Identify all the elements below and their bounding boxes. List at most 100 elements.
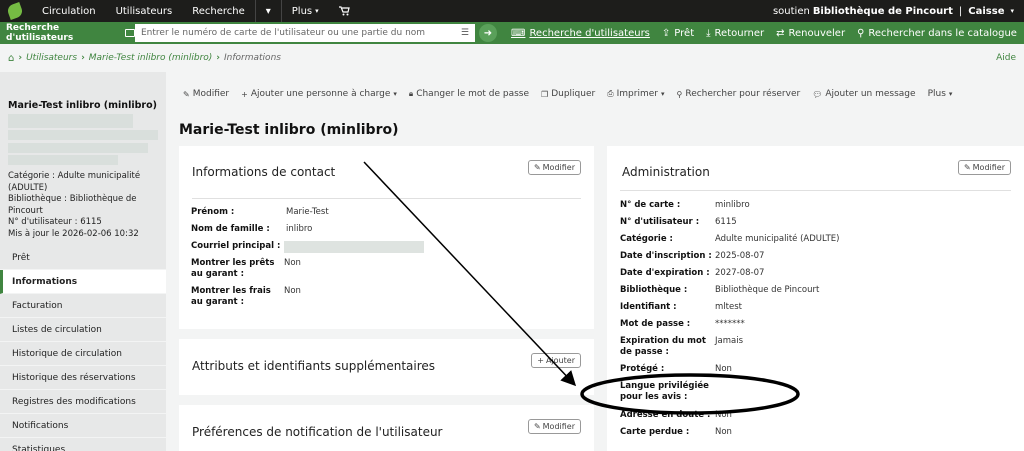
field-label: Nom de famille : <box>191 224 270 234</box>
patron-updated: Mis à jour le 2026-02-06 10:32 <box>8 228 139 239</box>
btn-label: Modifier <box>542 163 575 172</box>
nav-circulation[interactable]: Circulation <box>32 0 106 22</box>
admin-row-dateenrolled: Date d'inscription :2025-08-07 <box>620 251 764 262</box>
chevron-right-icon: › <box>81 53 85 63</box>
comment-icon: 💬︎ <box>812 89 823 99</box>
field-label: N° d'utilisateur : <box>620 217 700 227</box>
field-label: Date d'expiration : <box>620 268 710 278</box>
keyboard-icon: ⌨ <box>511 27 526 39</box>
search-type-selector[interactable]: Recherche d'utilisateurs <box>0 23 135 43</box>
field-value: Jamais <box>715 336 743 346</box>
admin-row-dateexpiry: Date d'expiration : 2027-08-07 <box>620 268 764 279</box>
nav-search-dropdown[interactable]: ▾ <box>256 0 281 22</box>
patron-summary: Catégorie : Adulte municipalité (ADULTE)… <box>8 171 163 240</box>
plus-icon: + <box>537 356 544 365</box>
menu-modification-log[interactable]: Registres des modifications <box>0 390 166 414</box>
btn-label: Plus <box>927 89 946 99</box>
contact-row-show-fines: Montrer les frais au garant : Non <box>191 286 301 308</box>
change-password-button[interactable]: 🔒︎ Changer le mot de passe <box>409 89 529 99</box>
edit-patron-button[interactable]: ✎ Modifier <box>183 89 229 99</box>
redacted-address <box>8 130 158 140</box>
admin-row-password-expiry: Expiration du mot de passe : Jamais <box>620 336 743 358</box>
tool-checkin[interactable]: ⤓ Retourner <box>706 28 764 39</box>
tool-label: Retourner <box>714 27 765 39</box>
download-icon: ⤓ <box>706 27 711 39</box>
edit-administration-button[interactable]: ✎ Modifier <box>957 160 1011 175</box>
menu-circ-history[interactable]: Historique de circulation <box>0 342 166 366</box>
btn-label: Ajouter une personne à charge <box>250 89 391 99</box>
menu-statistics[interactable]: Statistiques <box>0 438 166 451</box>
koha-logo-icon[interactable] <box>6 2 24 20</box>
divider: | <box>958 5 963 17</box>
help-link[interactable]: Aide <box>996 53 1016 63</box>
patron-search-input[interactable]: Entrer le numéro de carte de l'utilisate… <box>135 24 475 42</box>
btn-label: Rechercher pour réserver <box>685 89 801 99</box>
field-label: Montrer les frais au garant : <box>191 286 271 307</box>
menu-notices[interactable]: Notifications <box>0 414 166 438</box>
menu-holds-history[interactable]: Historique des réservations <box>0 366 166 390</box>
menu-checkouts[interactable]: Prêt <box>0 246 166 270</box>
filter-options-icon[interactable]: ☰ <box>461 28 469 38</box>
redacted-email <box>284 241 424 253</box>
breadcrumb-patrons[interactable]: Utilisateurs <box>26 53 77 63</box>
tool-patron-search[interactable]: ⌨ Recherche d'utilisateurs <box>511 28 650 39</box>
cart-icon[interactable] <box>329 0 360 22</box>
field-value: Non <box>715 364 732 374</box>
caret-down-icon: ▾ <box>948 90 953 98</box>
divider <box>192 198 581 199</box>
add-guarantee-button[interactable]: + Ajouter une personne à charge ▾ <box>241 89 397 99</box>
field-label: Mot de passe : <box>620 319 691 329</box>
field-value: 6115 <box>715 217 737 227</box>
breadcrumb-patron[interactable]: Marie-Test inlibro (minlibro) <box>89 53 213 63</box>
nav-patrons[interactable]: Utilisateurs <box>106 0 183 22</box>
tool-checkout[interactable]: ⇪ Prêt <box>662 28 694 39</box>
menu-lists[interactable]: Listes de circulation <box>0 318 166 342</box>
field-value: minlibro <box>715 200 750 210</box>
nav-search[interactable]: Recherche <box>182 0 255 22</box>
add-message-button[interactable]: 💬︎ Ajouter un message <box>812 89 915 99</box>
caret-down-icon: ▾ <box>393 90 397 98</box>
menu-details[interactable]: Informations <box>0 270 166 294</box>
field-value: 2025-08-07 <box>715 251 765 261</box>
notification-prefs-card: Préférences de notification de l'utilisa… <box>179 405 594 451</box>
admin-row-userid: Identifiant : mltest <box>620 302 742 313</box>
more-button[interactable]: Plus ▾ <box>928 89 953 99</box>
edit-contact-button[interactable]: ✎ Modifier <box>527 160 581 175</box>
nav-more[interactable]: Plus ▾ <box>282 0 329 22</box>
search-submit-button[interactable]: ➜ <box>479 24 497 42</box>
search-to-hold-button[interactable]: ⚲ Rechercher pour réserver <box>676 89 800 99</box>
print-button[interactable]: ⎙ Imprimer ▾ <box>607 89 664 99</box>
field-value: Non <box>284 286 301 296</box>
duplicate-button[interactable]: ❐ Dupliquer <box>541 89 595 99</box>
field-value: Non <box>715 427 732 437</box>
tool-catalog-search[interactable]: ⚲ Rechercher dans le catalogue <box>857 28 1017 39</box>
desk-name: Caisse <box>968 5 1005 17</box>
tool-renew[interactable]: ⇄ Renouveler <box>776 28 845 39</box>
chevron-right-icon: › <box>216 53 221 63</box>
contact-card: Informations de contact ✎ Modifier Prénom… <box>179 146 594 329</box>
pencil-icon: ✎ <box>183 89 190 99</box>
edit-notification-prefs-button[interactable]: ✎ Modifier <box>527 419 581 434</box>
btn-label: Modifier <box>972 163 1005 172</box>
add-attribute-button[interactable]: + Ajouter <box>531 353 581 368</box>
lock-icon: 🔒︎ <box>408 89 414 98</box>
field-label: Adresse en doute : <box>620 410 711 420</box>
notification-prefs-title: Préférences de notification de l'utilisa… <box>192 425 443 439</box>
home-icon[interactable]: ⌂ <box>8 53 14 64</box>
field-label: Carte perdue : <box>620 427 690 437</box>
library-name: Bibliothèque de Pincourt <box>812 5 953 17</box>
patron-category: Catégorie : Adulte municipalité <box>8 171 141 181</box>
menu-accounting[interactable]: Facturation <box>0 294 166 318</box>
caret-down-icon: ▾ <box>1010 7 1014 15</box>
logged-in-user[interactable]: soutien Bibliothèque de Pincourt | Caiss… <box>773 0 1014 22</box>
admin-row-library: Bibliothèque : Bibliothèque de Pincourt <box>620 285 819 296</box>
btn-label: Ajouter un message <box>825 89 916 99</box>
tool-label: Rechercher dans le catalogue <box>868 27 1017 39</box>
admin-row-password: Mot de passe : ******* <box>620 319 745 330</box>
btn-label: Changer le mot de passe <box>416 89 530 99</box>
search-placeholder: Entrer le numéro de carte de l'utilisate… <box>141 28 426 38</box>
search-icon: ⚲ <box>857 27 865 39</box>
tool-label: Recherche d'utilisateurs <box>529 27 650 39</box>
breadcrumb-current: Informations <box>224 53 281 63</box>
patron-toolbar: ✎ Modifier + Ajouter une personne à charge… <box>183 89 964 99</box>
